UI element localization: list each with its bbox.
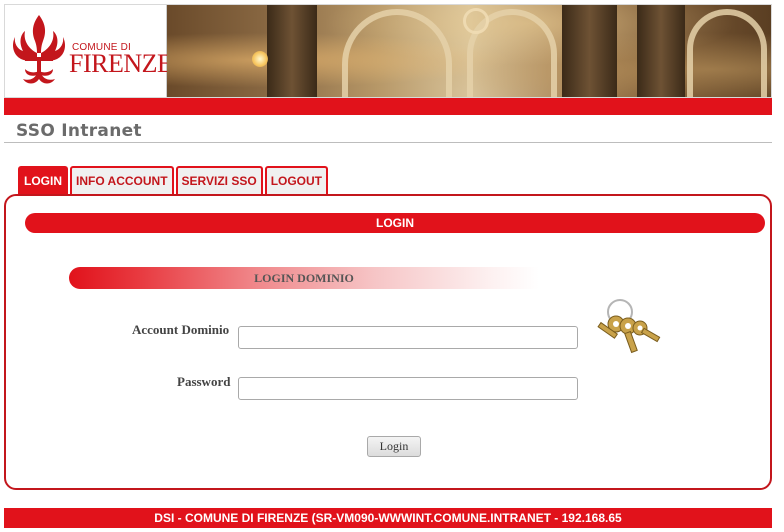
tab-servizi-sso[interactable]: SERVIZI SSO [175, 166, 263, 194]
comune-logo[interactable]: COMUNE DI FIRENZE [5, 5, 173, 97]
title-divider [4, 142, 772, 143]
header-red-strip [4, 98, 772, 115]
panel-header: LOGIN [25, 213, 765, 233]
logo-title: FIRENZE [69, 49, 173, 78]
account-label: Account Dominio [132, 322, 230, 337]
tab-bar: LOGIN INFO ACCOUNT SERVIZI SSO LOGOUT [18, 166, 330, 194]
tab-logout[interactable]: LOGOUT [264, 166, 329, 194]
password-label: Password [177, 374, 231, 389]
page-title: SSO Intranet [16, 121, 142, 141]
section-title: LOGIN DOMINIO [69, 267, 539, 289]
footer-bar: DSI - COMUNE DI FIRENZE (SR-VM090-WWWINT… [4, 508, 772, 528]
password-input[interactable] [238, 377, 578, 400]
header-banner-image [167, 5, 771, 97]
account-input[interactable] [238, 326, 578, 349]
tab-info-account[interactable]: INFO ACCOUNT [70, 166, 174, 194]
login-panel: LOGIN LOGIN DOMINIO Account Dominio Pass… [4, 194, 772, 490]
florence-lily-icon [13, 15, 65, 84]
tab-login[interactable]: LOGIN [18, 166, 68, 194]
keys-icon [580, 296, 666, 358]
login-button[interactable]: Login [367, 436, 421, 457]
site-header: COMUNE DI FIRENZE [4, 4, 772, 98]
